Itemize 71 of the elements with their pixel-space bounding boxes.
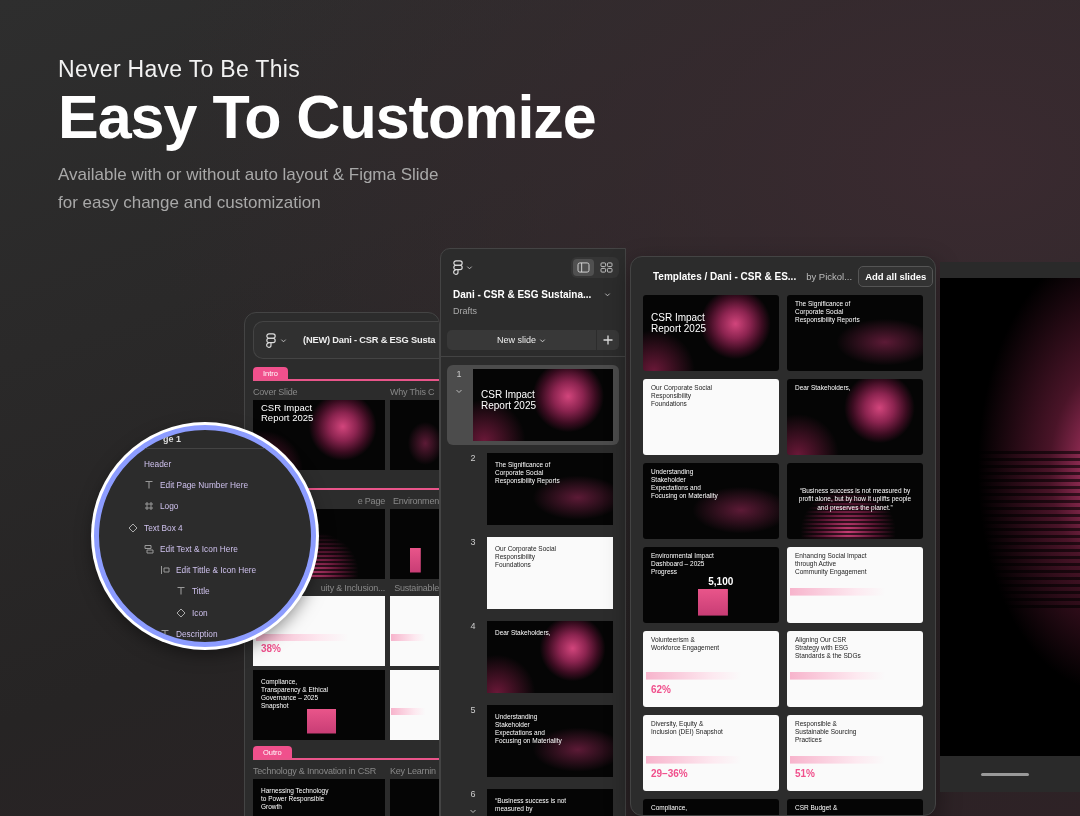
slide-label: e Page (357, 496, 385, 506)
slide-title: CSR Impact Report 2025 (651, 312, 708, 334)
slide-label: Sustainable (394, 583, 439, 593)
slide-thumbnail[interactable] (390, 400, 439, 470)
breadcrumb: Templates / Dani - CSR & ES... (653, 270, 797, 282)
layer-name[interactable]: Logo (160, 501, 179, 512)
chevron-down-icon[interactable] (280, 336, 287, 344)
chevron-down-icon[interactable] (604, 291, 611, 298)
slide-figure: 5,100 (708, 575, 734, 587)
figma-logo-icon[interactable] (453, 260, 463, 275)
slide-number: 5 (470, 705, 476, 715)
slide-label: Why This C (390, 387, 436, 397)
chevron-down-icon[interactable] (469, 807, 477, 815)
slide-label: uity & Inclusion... (320, 583, 385, 593)
sidebar-icon (577, 262, 590, 273)
slide-figure: 62% (651, 684, 671, 695)
slide-number: 4 (470, 621, 476, 631)
slide-thumbnail[interactable]: CSR Impact Report 2025 (643, 295, 779, 371)
add-all-slides-button[interactable]: Add all slides (858, 265, 934, 287)
slide-thumbnail[interactable] (390, 509, 439, 579)
slide-figure: 38% (261, 643, 281, 654)
page-title: ge 1 (163, 434, 181, 446)
slide-number: 1 (456, 369, 462, 379)
slide-label: Cover Slide (253, 387, 299, 397)
headline-kicker: Never Have To Be This (58, 56, 301, 83)
slide-number: 2 (470, 453, 476, 463)
layer-name[interactable]: Header (144, 458, 172, 469)
file-title: Dani - CSR & ESG Sustaina... (453, 289, 592, 300)
slide-list-item[interactable]: 1 CSR Impact Report 2025 (447, 365, 619, 445)
author-label: by Pickol... (806, 270, 853, 282)
add-slide-button[interactable] (597, 330, 619, 350)
plus-icon (603, 335, 613, 345)
frame-icon (144, 501, 154, 512)
layer-name[interactable]: Description (176, 629, 218, 639)
text-layer-icon (144, 479, 154, 490)
layer-name[interactable]: Edit Page Number Here (160, 479, 249, 490)
layer-name[interactable]: Edit Tittle & Icon Here (176, 565, 257, 576)
slide-label: Key Learnin (390, 766, 437, 776)
slide-number: 6 (470, 789, 476, 799)
slide-figure: 29–36% (651, 768, 688, 779)
layer-name[interactable]: Icon (192, 607, 208, 618)
chevron-down-icon (539, 336, 546, 344)
figma-logo-icon[interactable] (266, 332, 276, 348)
layer-name[interactable]: Text Box 4 (144, 522, 183, 533)
layer-name[interactable]: Edit Text & Icon Here (160, 543, 238, 554)
slide-thumbnail[interactable]: CSR Impact Report 2025 (473, 369, 613, 441)
diamond-icon (128, 522, 138, 533)
new-slide-button[interactable]: New slide (447, 330, 596, 350)
slide-label: Environmen (392, 496, 439, 506)
view-toggle-button[interactable] (573, 259, 594, 276)
vertical-layout-icon (144, 543, 154, 554)
slide-thumbnail[interactable]: CSR Impact Report 2025 (253, 400, 385, 470)
chevron-down-icon[interactable] (466, 264, 473, 271)
subtitle-line: Available with or without auto layout & Figma Slide (58, 164, 440, 187)
slide-number: 3 (470, 537, 476, 547)
slide-thumbnail[interactable] (390, 670, 439, 740)
layer-name[interactable]: Tittle (192, 586, 210, 597)
slide-thumbnail[interactable] (390, 596, 439, 666)
slide-figure: 51% (795, 768, 815, 779)
horizontal-layout-icon (160, 565, 170, 576)
slide-title: CSR Impact Report 2025 (481, 389, 538, 411)
slide-title: CSR Impact Report 2025 (261, 403, 315, 423)
headline-title: Easy To Customize (58, 85, 597, 150)
grid-icon (600, 262, 613, 273)
slide-label: Technology & Innovation in CSR (253, 766, 378, 776)
text-layer-icon (176, 586, 186, 597)
file-location: Drafts (452, 306, 478, 316)
subtitle-line: for easy change and customization (58, 192, 322, 215)
diamond-icon (176, 607, 186, 618)
chevron-down-icon[interactable] (455, 387, 463, 395)
file-title: (NEW) Dani - CSR & ESG Susta (303, 335, 436, 345)
